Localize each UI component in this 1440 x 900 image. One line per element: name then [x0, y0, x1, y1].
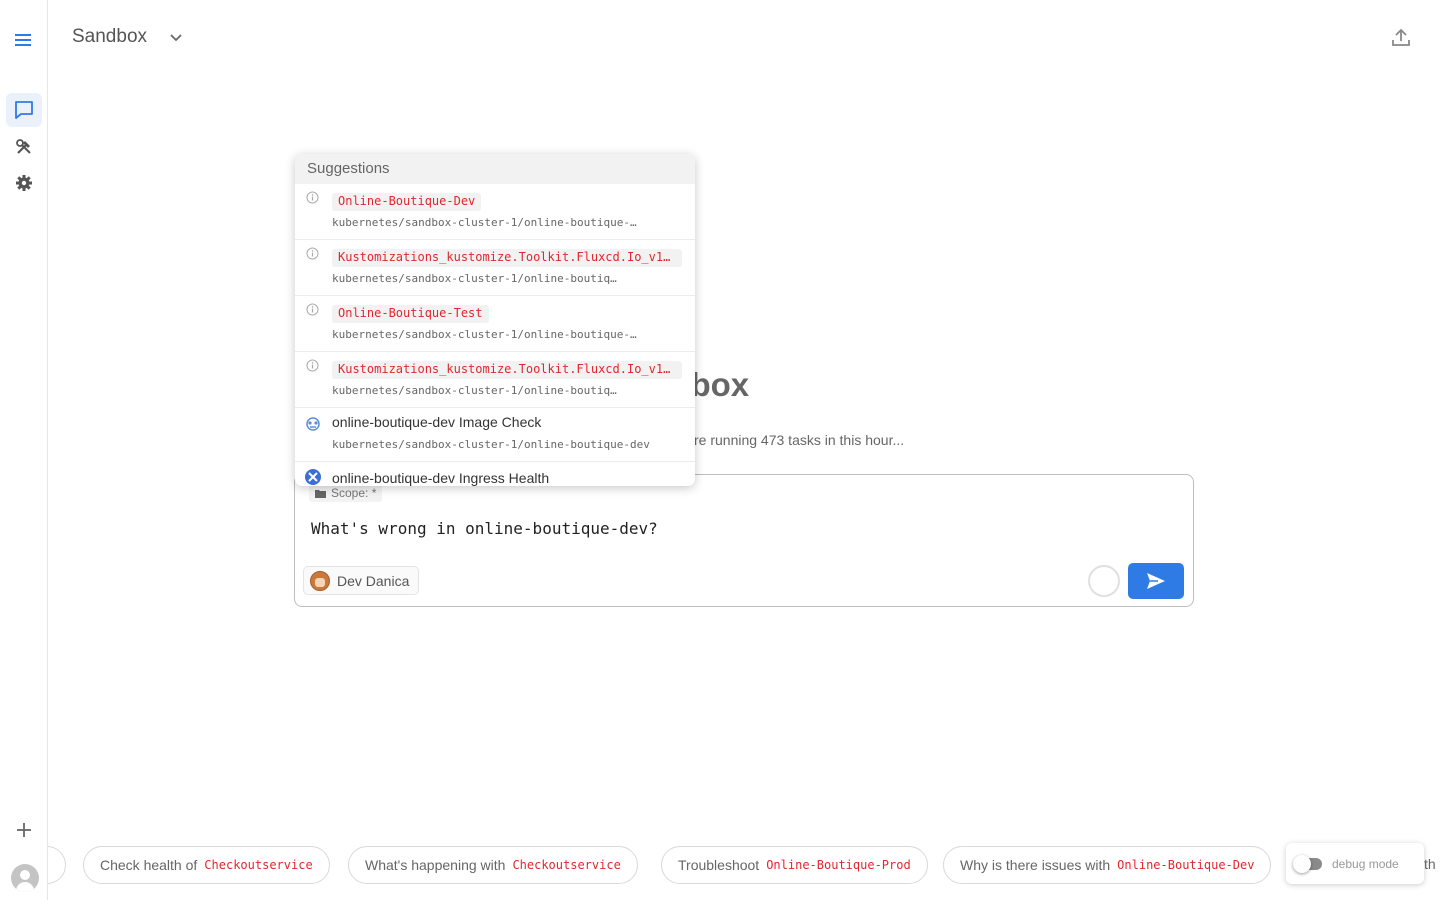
send-icon: [1147, 573, 1165, 589]
task-icon: [305, 469, 321, 485]
gear-icon: [16, 175, 32, 191]
hamburger-icon: [15, 34, 31, 46]
welcome-title: Welcome to Sandbox: [694, 366, 750, 403]
quick-prompt-tag: s: [48, 858, 49, 872]
suggestion-label: Kustomizations_kustomize.Toolkit.Fluxcd.…: [332, 361, 682, 379]
suggestion-path: kubernetes/sandbox-cluster-1/online-bout…: [332, 438, 650, 451]
info-icon: [306, 359, 319, 372]
debug-mode-panel: debug mode: [1286, 843, 1424, 884]
chevron-down-icon: [170, 33, 182, 41]
chat-nav-button[interactable]: [6, 93, 42, 127]
prompt-input[interactable]: What's wrong in online-boutique-dev?: [311, 519, 658, 538]
quick-prompt-tag: Online-Boutique-Prod: [766, 858, 911, 872]
suggestion-task-title: online-boutique-dev Image Check: [332, 414, 542, 430]
agent-name: Dev Danica: [337, 572, 410, 589]
scope-chip[interactable]: Scope: *: [309, 484, 383, 502]
scope-label: Scope: *: [331, 486, 377, 500]
suggestion-item[interactable]: online-boutique-dev Ingress Health: [295, 462, 695, 486]
info-icon: [306, 247, 319, 260]
quick-prompts: s Check health of Checkoutservice What's…: [48, 840, 1440, 890]
add-button[interactable]: [14, 820, 34, 845]
quick-prompt[interactable]: What's happening with Checkoutservice: [348, 846, 638, 884]
workspace-name: Sandbox: [72, 26, 148, 47]
quick-prompt[interactable]: s: [48, 846, 67, 884]
tools-nav-button[interactable]: [6, 130, 42, 164]
debug-mode-label: debug mode: [1332, 856, 1399, 871]
quick-prompt[interactable]: Why is there issues with Online-Boutique…: [943, 846, 1272, 884]
task-icon: [306, 417, 320, 431]
suggestion-label: Online-Boutique-Dev: [332, 193, 482, 211]
quick-prompt-text: Check health of: [100, 857, 198, 873]
share-button[interactable]: [1390, 27, 1412, 54]
quick-prompt-edge-text: th: [1424, 856, 1436, 872]
agent-selector[interactable]: Dev Danica: [303, 566, 420, 595]
left-rail: [0, 0, 48, 900]
info-icon: [306, 303, 319, 316]
quick-prompt-tag: Online-Boutique-Dev: [1117, 858, 1255, 872]
quick-prompt[interactable]: Troubleshoot Online-Boutique-Prod: [661, 846, 928, 884]
quick-prompt-tag: Checkoutservice: [204, 858, 313, 872]
suggestion-item[interactable]: online-boutique-dev Image Check kubernet…: [295, 408, 695, 462]
suggestion-path: kubernetes/sandbox-cluster-1/online-bout…: [332, 328, 637, 341]
folder-icon: [315, 489, 326, 498]
quick-prompt-text: Why is there issues with: [960, 857, 1111, 873]
chat-icon: [15, 101, 33, 119]
suggestion-item[interactable]: Kustomizations_kustomize.Toolkit.Fluxcd.…: [295, 352, 695, 408]
tools-icon: [16, 139, 31, 154]
suggestion-label: Kustomizations_kustomize.Toolkit.Fluxcd.…: [332, 249, 682, 267]
suggestion-label: Online-Boutique-Test: [332, 305, 489, 323]
suggestions-heading: Suggestions: [295, 154, 695, 184]
user-avatar[interactable]: [11, 864, 39, 892]
suggestions-dropdown: Suggestions Online-Boutique-Dev kubernet…: [295, 154, 695, 486]
send-button[interactable]: [1128, 563, 1184, 599]
quick-prompt-text: What's happening with: [365, 857, 506, 873]
quick-prompt[interactable]: Check health of Checkoutservice: [83, 846, 330, 884]
info-icon: [306, 191, 319, 204]
agent-avatar: [310, 570, 330, 591]
suggestion-path: kubernetes/sandbox-cluster-1/online-bout…: [332, 272, 622, 285]
prompt-composer: Scope: * What's wrong in online-boutique…: [294, 474, 1194, 607]
suggestion-item[interactable]: Online-Boutique-Dev kubernetes/sandbox-c…: [295, 184, 695, 240]
suggestion-item[interactable]: Kustomizations_kustomize.Toolkit.Fluxcd.…: [295, 240, 695, 296]
suggestion-path: kubernetes/sandbox-cluster-1/online-bout…: [332, 216, 637, 229]
debug-mode-toggle[interactable]: [1293, 854, 1322, 873]
loading-indicator: [1088, 565, 1120, 597]
quick-prompt-text: Troubleshoot: [678, 857, 760, 873]
plus-icon: [17, 823, 31, 837]
suggestion-item[interactable]: Online-Boutique-Test kubernetes/sandbox-…: [295, 296, 695, 352]
quick-prompt-tag: Checkoutservice: [512, 858, 621, 872]
welcome-subtitle: re running 473 tasks in this hour...: [694, 432, 905, 448]
workspace-selector[interactable]: Sandbox: [72, 26, 183, 48]
menu-button[interactable]: [6, 23, 42, 57]
suggestion-path: kubernetes/sandbox-cluster-1/online-bout…: [332, 384, 622, 397]
settings-nav-button[interactable]: [6, 166, 42, 200]
upload-icon: [1392, 28, 1410, 46]
suggestion-task-title: online-boutique-dev Ingress Health: [332, 470, 550, 486]
